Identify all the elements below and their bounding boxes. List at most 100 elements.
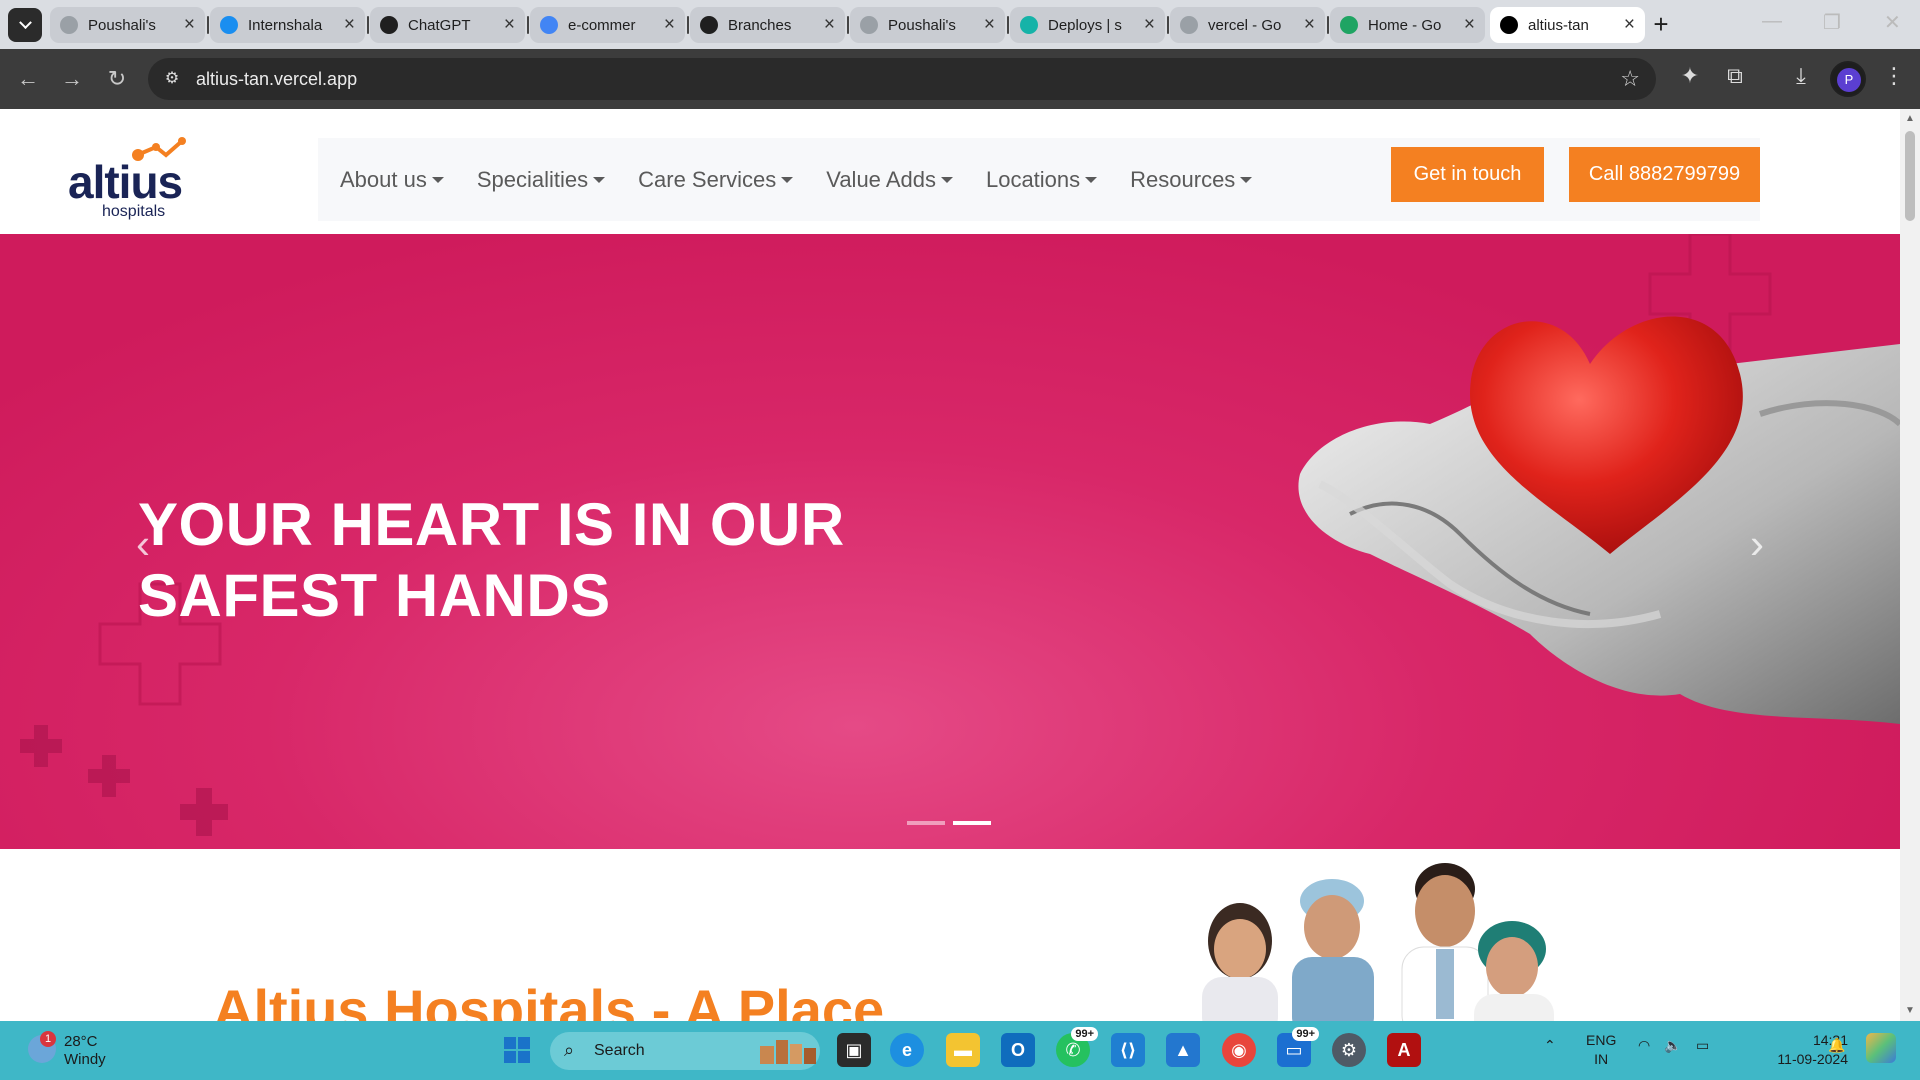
tab-close-icon[interactable]: × (344, 15, 355, 35)
reload-button[interactable]: ↻ (101, 63, 133, 95)
volume-icon[interactable]: 🔈 (1664, 1037, 1681, 1054)
address-bar[interactable]: ⚙ altius-tan.vercel.app ☆ (148, 58, 1656, 100)
carousel-prev-button[interactable]: ‹ (128, 523, 158, 565)
scroll-down-icon[interactable]: ▼ (1905, 1005, 1915, 1016)
hero-carousel: YOUR HEART IS IN OUR SAFEST HANDS ‹ › (0, 234, 1900, 849)
teams-badge: 99+ (1292, 1027, 1319, 1041)
page-scrollbar[interactable]: ▲ ▼ (1900, 109, 1920, 1021)
show-hidden-icons[interactable]: ⌃ (1544, 1037, 1556, 1054)
tab-close-icon[interactable]: × (504, 15, 515, 35)
vercel-icon (1500, 16, 1518, 34)
page-viewport: altius hospitals About us Specialities Car… (0, 109, 1920, 1021)
settings-gear-icon[interactable]: ⚙ (1332, 1033, 1366, 1067)
browser-menu-icon[interactable]: ⋮ (1878, 63, 1910, 89)
tab-close-icon[interactable]: × (1624, 15, 1635, 35)
wifi-icon[interactable]: ◠ (1638, 1037, 1650, 1054)
carousel-next-button[interactable]: › (1742, 523, 1772, 565)
nav-item-label: Locations (985, 166, 1081, 192)
site-header: altius hospitals About us Specialities Car… (0, 109, 1900, 234)
weather-widget[interactable]: 1 28°C Windy (28, 1031, 128, 1069)
tab-close-icon[interactable]: × (184, 15, 195, 35)
close-window-icon[interactable]: ✕ (1884, 10, 1901, 35)
download-icon[interactable]: ⤓ (1785, 63, 1817, 89)
tab-search-button[interactable] (8, 8, 42, 42)
site-settings-icon[interactable]: ⚙ (162, 69, 182, 89)
profile-avatar[interactable]: P (1830, 61, 1866, 97)
browser-tab[interactable]: ChatGPT × (370, 7, 529, 43)
tab-title: Deploys | s (1048, 16, 1122, 34)
chevron-down-icon (18, 15, 32, 29)
minimize-icon[interactable]: — (1762, 10, 1782, 33)
nav-item-locations[interactable]: Locations (985, 166, 1098, 193)
windows-start-icon[interactable] (500, 1033, 534, 1067)
browser-tab[interactable]: Home - Go × (1330, 7, 1485, 43)
site-logo[interactable]: altius hospitals (68, 135, 208, 220)
hero-title-line-2: SAFEST HANDS (138, 562, 611, 629)
nav-item-label: About us (340, 166, 427, 192)
caret-down-icon (593, 176, 606, 183)
restore-icon[interactable]: ❐ (1823, 10, 1841, 35)
browser-tab[interactable]: Poushali's × (50, 7, 209, 43)
browser-tab[interactable]: Branches × (690, 7, 849, 43)
url-text[interactable]: altius-tan.vercel.app (196, 69, 357, 90)
browser-tab[interactable]: altius-tan × (1490, 7, 1645, 43)
nav-item-specialities[interactable]: Specialities (477, 167, 606, 193)
browser-tab[interactable]: Deploys | s × (1010, 7, 1169, 43)
battery-icon[interactable]: ▭ (1696, 1037, 1709, 1054)
new-tab-button[interactable]: + (1644, 8, 1678, 42)
tab-list: Poushali's × Internshala × ChatGPT × e-commer ×… (50, 7, 1650, 43)
taskbar-search[interactable]: ⌕ Search (550, 1032, 820, 1070)
google-icon (540, 16, 558, 34)
search-icon: ⌕ (564, 1040, 575, 1060)
carousel-indicator-2[interactable] (953, 821, 991, 825)
browser-tab[interactable]: vercel - Go × (1170, 7, 1329, 43)
browser-tab[interactable]: e-commer × (530, 7, 689, 43)
extensions-icon[interactable]: ⧉ (1719, 63, 1751, 89)
remote-desktop-icon[interactable]: ▭ 99+ (1277, 1027, 1319, 1067)
whatsapp-icon[interactable]: ✆ 99+ (1056, 1027, 1098, 1067)
language-region: IN (1594, 1051, 1609, 1067)
forward-button[interactable]: → (56, 63, 88, 95)
carousel-indicator-1[interactable] (907, 821, 945, 825)
tab-close-icon[interactable]: × (1304, 15, 1315, 35)
edge-icon[interactable]: e (890, 1033, 924, 1067)
scrollbar-thumb[interactable] (1905, 131, 1915, 221)
caret-down-icon (940, 176, 953, 183)
tab-close-icon[interactable]: × (1464, 15, 1475, 35)
browser-tab-strip: Poushali's × Internshala × ChatGPT × e-commer ×… (0, 0, 1920, 49)
nav-item-care-services[interactable]: Care Services (638, 166, 794, 193)
profile-initial: P (1837, 68, 1861, 92)
chrome-icon[interactable]: ◉ (1222, 1033, 1256, 1067)
acrobat-icon[interactable]: A (1387, 1033, 1421, 1067)
browser-tab[interactable]: Poushali's × (850, 7, 1009, 43)
tab-separator (1327, 16, 1329, 34)
outlook-icon[interactable]: O (1001, 1033, 1035, 1067)
about-section: Altius Hospitals - A Place (0, 849, 1900, 1021)
task-view-icon[interactable]: ▣ (837, 1033, 871, 1067)
tab-close-icon[interactable]: × (824, 15, 835, 35)
browser-tab[interactable]: Internshala × (210, 7, 369, 43)
bookmark-star-icon[interactable]: ☆ (1620, 66, 1640, 92)
nav-item-about-us[interactable]: About us (340, 167, 444, 193)
back-button[interactable]: ← (12, 63, 44, 95)
nav-item-resources[interactable]: Resources (1130, 167, 1253, 193)
get-in-touch-button[interactable]: Get in touch (1391, 147, 1544, 202)
tab-separator (527, 16, 529, 34)
nav-item-value-adds[interactable]: Value Adds (826, 167, 953, 193)
language-indicator[interactable]: ENG IN (1586, 1031, 1616, 1069)
copilot-icon[interactable] (1866, 1033, 1896, 1063)
tab-close-icon[interactable]: × (664, 15, 675, 35)
file-explorer-icon[interactable]: ▬ (946, 1033, 980, 1067)
notification-bell-icon[interactable]: 🔔 (1828, 1037, 1845, 1054)
extension-puzzle-icon[interactable]: ✦ (1674, 63, 1706, 89)
hero-title: YOUR HEART IS IN OUR SAFEST HANDS (138, 489, 845, 631)
tab-close-icon[interactable]: × (984, 15, 995, 35)
call-button[interactable]: Call 8882799799 (1569, 147, 1760, 202)
photos-icon[interactable]: ▲ (1166, 1033, 1200, 1067)
tab-close-icon[interactable]: × (1144, 15, 1155, 35)
scroll-up-icon[interactable]: ▲ (1905, 113, 1915, 124)
vscode-icon[interactable]: ⟨⟩ (1111, 1033, 1145, 1067)
windows-taskbar: 1 28°C Windy ⌕ Search ▣ e ▬ O ✆ 99+ ⟨⟩ ▲ … (0, 1021, 1920, 1080)
weather-badge: 1 (40, 1031, 56, 1047)
nav-item-label: Care Services (638, 166, 777, 192)
